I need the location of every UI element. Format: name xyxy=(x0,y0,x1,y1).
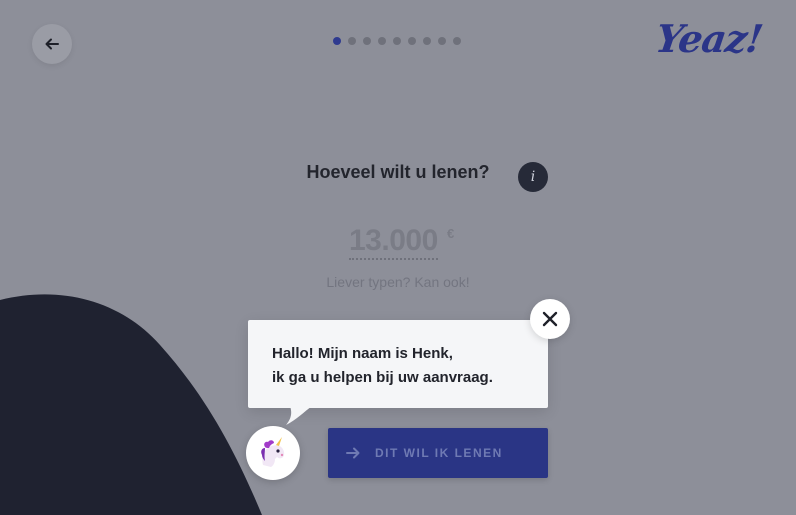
progress-dot xyxy=(423,37,431,45)
submit-loan-button[interactable]: DIT WIL IK LENEN xyxy=(328,428,548,478)
progress-dot xyxy=(408,37,416,45)
progress-dot xyxy=(438,37,446,45)
arrow-left-icon xyxy=(45,38,59,50)
chat-message: Hallo! Mijn naam is Henk, ik ga u helpen… xyxy=(272,342,493,390)
progress-dot-active xyxy=(333,37,341,45)
brand-logo: Yeaz! xyxy=(652,16,766,61)
unicorn-icon xyxy=(261,437,285,467)
info-button[interactable]: i xyxy=(518,162,548,192)
info-icon: i xyxy=(530,169,536,185)
close-chat-button[interactable] xyxy=(530,299,570,339)
chat-bubble-tail xyxy=(286,406,312,425)
progress-dot xyxy=(453,37,461,45)
currency-symbol: € xyxy=(447,226,455,241)
chat-message-line: ik ga u helpen bij uw aanvraag. xyxy=(272,369,493,386)
progress-dot xyxy=(393,37,401,45)
progress-dots xyxy=(333,37,461,45)
arrow-right-icon xyxy=(346,447,360,459)
back-button[interactable] xyxy=(32,24,72,64)
progress-dot xyxy=(348,37,356,45)
chat-bubble: Hallo! Mijn naam is Henk, ik ga u helpen… xyxy=(248,320,548,408)
progress-dot xyxy=(363,37,371,45)
type-input-hint[interactable]: Liever typen? Kan ook! xyxy=(0,274,796,290)
amount-display[interactable]: 13.000 € xyxy=(349,224,454,260)
close-icon xyxy=(542,311,558,327)
chat-message-line: Hallo! Mijn naam is Henk, xyxy=(272,345,453,362)
amount-value[interactable]: 13.000 xyxy=(349,224,438,260)
assistant-avatar xyxy=(246,426,300,480)
question-title: Hoeveel wilt u lenen? xyxy=(306,162,490,182)
progress-dot xyxy=(378,37,386,45)
submit-loan-label: DIT WIL IK LENEN xyxy=(375,446,503,460)
